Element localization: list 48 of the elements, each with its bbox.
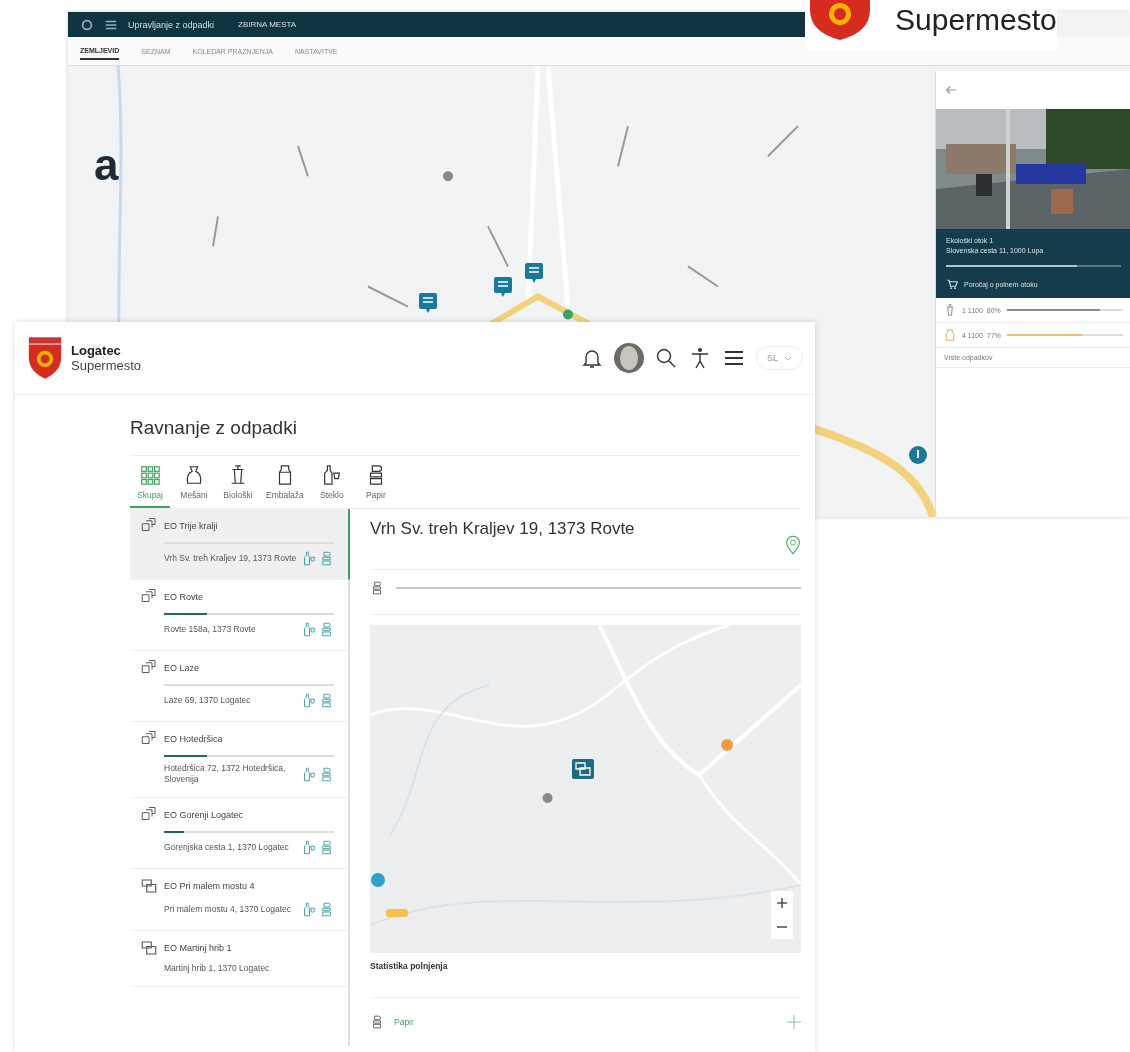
location-address: Pri malem mostu 4, 1370 Logatec xyxy=(164,904,293,916)
location-pin-icon[interactable] xyxy=(785,535,801,555)
location-address: Laze 69, 1370 Logatec xyxy=(164,694,252,706)
gear-icon[interactable] xyxy=(80,17,94,32)
paper-icon xyxy=(319,901,334,919)
location-name: EO Laze xyxy=(164,663,200,673)
windows-icon xyxy=(140,877,158,896)
bottle-icon xyxy=(302,550,317,567)
windows-icon xyxy=(140,939,158,958)
location-item[interactable]: EO Rovte Rovte 158a, 1373 Rovte xyxy=(130,580,348,651)
location-address: Vrh Sv. treh Kraljev 19, 1373 Rovte xyxy=(164,552,298,564)
bottle-icon xyxy=(302,765,317,783)
location-name: EO Hotedršica xyxy=(164,734,223,744)
brand-name: Supermesto xyxy=(895,3,1057,37)
shield-icon xyxy=(27,337,63,379)
bottle-icon xyxy=(302,621,317,638)
section-title: Statistika polnjenja xyxy=(370,953,801,998)
waste-type-label: Papir xyxy=(394,1017,415,1027)
location-item[interactable]: EO Hotedršica Hotedršica 72, 1372 Hotedršica, Slovenija xyxy=(130,722,348,799)
plus-icon xyxy=(776,897,788,909)
location-address: Martinj hrib 1, 1370 Logatec xyxy=(164,963,271,975)
bottle-icon xyxy=(302,901,317,919)
location-name: EO Trije kralji xyxy=(164,521,218,531)
location-name: EO Rovte xyxy=(164,592,203,602)
app-title: Upravljanje z odpadki xyxy=(128,19,215,30)
location-name: EO Martinj hrib 1 xyxy=(164,943,232,954)
paper-icon xyxy=(319,621,334,638)
paper-icon xyxy=(319,550,334,567)
location-item[interactable]: EO Pri malem mostu 4 Pri malem mostu 4, 1370 Logatec xyxy=(130,869,348,932)
paper-icon xyxy=(319,765,334,783)
location-name: EO Pri malem mostu 4 xyxy=(164,881,255,892)
bottle-icon xyxy=(302,692,317,709)
location-item[interactable]: EO Trije kralji Vrh Sv. treh Kraljev 19, 1373 Rovte xyxy=(130,509,350,580)
location-name: EO Gorenji Logatec xyxy=(164,810,244,821)
location-item[interactable]: EO Martinj hrib 1 Martinj hrib 1, 1370 Logatec xyxy=(130,931,348,988)
location-address: Rovte 158a, 1373 Rovte xyxy=(164,623,257,635)
location-item[interactable]: EO Laze Laze 69, 1370 Logatec xyxy=(130,651,348,722)
location-address: Gorenjska cesta 1, 1370 Logatec xyxy=(164,842,290,854)
paper-icon xyxy=(319,839,334,857)
paper-icon xyxy=(319,692,334,709)
paper-icon xyxy=(370,580,384,596)
address-title: Vrh Sv. treh Kraljev 19, 1373 Rovte xyxy=(370,519,636,539)
bottle-icon xyxy=(302,839,317,857)
marker-icon[interactable] xyxy=(571,758,595,782)
location-address: Hotedršica 72, 1372 Hotedršica, Slovenija xyxy=(164,763,287,786)
paper-icon xyxy=(370,1014,384,1030)
location-item[interactable]: EO Gorenji Logatec Gorenjska cesta 1, 1370 Logatec xyxy=(130,798,348,870)
nav-link[interactable]: ZBIRNA MESTA xyxy=(238,20,297,29)
